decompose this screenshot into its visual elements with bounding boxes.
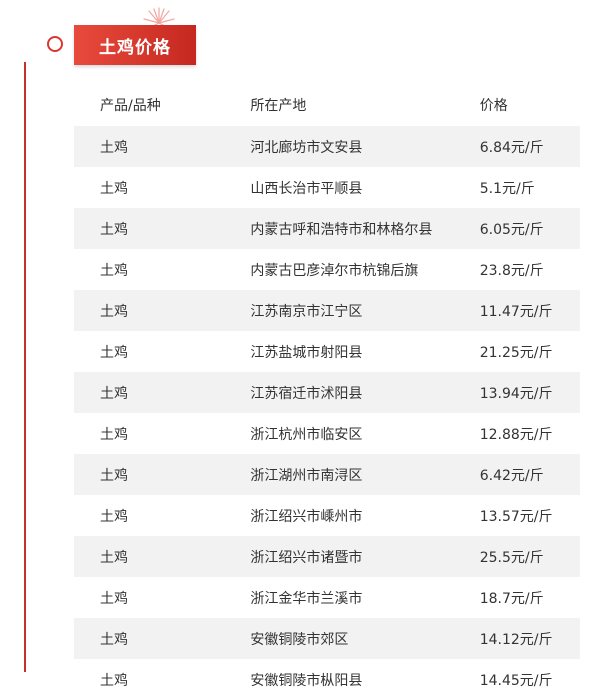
cell-origin: 浙江绍兴市诸暨市 (249, 536, 479, 577)
section-title: 土鸡价格 (74, 25, 196, 65)
cell-product: 土鸡 (74, 577, 250, 618)
cell-origin: 内蒙古呼和浩特市和林格尔县 (249, 208, 479, 249)
cell-price: 25.5元/斤 (478, 536, 580, 577)
table-row: 土鸡 内蒙古巴彦淖尔市杭锦后旗 23.8元/斤 (74, 249, 580, 290)
cell-price: 11.47元/斤 (478, 290, 580, 331)
cell-origin: 浙江绍兴市嵊州市 (249, 495, 479, 536)
cell-price: 5.1元/斤 (478, 167, 580, 208)
cell-origin: 安徽铜陵市枞阳县 (249, 659, 479, 700)
cell-product: 土鸡 (74, 249, 250, 290)
cell-product: 土鸡 (74, 126, 250, 167)
cell-product: 土鸡 (74, 208, 250, 249)
cell-product: 土鸡 (74, 413, 250, 454)
cell-price: 23.8元/斤 (478, 249, 580, 290)
cell-price: 6.42元/斤 (478, 454, 580, 495)
table-row: 土鸡 安徽铜陵市枞阳县 14.45元/斤 (74, 659, 580, 700)
cell-origin: 内蒙古巴彦淖尔市杭锦后旗 (249, 249, 479, 290)
cell-origin: 浙江金华市兰溪市 (249, 577, 479, 618)
cell-product: 土鸡 (74, 290, 250, 331)
cell-price: 13.57元/斤 (478, 495, 580, 536)
table-row: 土鸡 浙江杭州市临安区 12.88元/斤 (74, 413, 580, 454)
cell-product: 土鸡 (74, 454, 250, 495)
cell-price: 14.45元/斤 (478, 659, 580, 700)
cell-origin: 浙江杭州市临安区 (249, 413, 479, 454)
timeline-line (24, 62, 26, 672)
cell-price: 6.84元/斤 (478, 126, 580, 167)
cell-price: 18.7元/斤 (478, 577, 580, 618)
cell-origin: 江苏盐城市射阳县 (249, 331, 479, 372)
cell-origin: 河北廊坊市文安县 (249, 126, 479, 167)
table-row: 土鸡 浙江金华市兰溪市 18.7元/斤 (74, 577, 580, 618)
header-price: 价格 (479, 98, 508, 114)
cell-price: 13.94元/斤 (478, 372, 580, 413)
table-row: 土鸡 浙江绍兴市诸暨市 25.5元/斤 (74, 536, 580, 577)
cell-origin: 江苏南京市江宁区 (249, 290, 479, 331)
cell-product: 土鸡 (74, 331, 250, 372)
header-origin: 所在产地 (250, 98, 307, 114)
cell-price: 12.88元/斤 (478, 413, 580, 454)
table-body: 土鸡 河北廊坊市文安县 6.84元/斤 土鸡 山西长治市平顺县 5.1元/斤 土鸡 内蒙古呼和… (74, 126, 580, 700)
table-row: 土鸡 浙江绍兴市嵊州市 13.57元/斤 (74, 495, 580, 536)
cell-product: 土鸡 (74, 495, 250, 536)
table-header-row: 产品/品种 所在产地 价格 (74, 84, 580, 126)
cell-price: 6.05元/斤 (478, 208, 580, 249)
table-row: 土鸡 河北廊坊市文安县 6.84元/斤 (74, 126, 580, 167)
price-table: 产品/品种 所在产地 价格 土鸡 河北廊坊市文安县 6.84元/斤 土鸡 山西长治市平顺… (74, 84, 580, 700)
table-row: 土鸡 江苏南京市江宁区 11.47元/斤 (74, 290, 580, 331)
cell-origin: 浙江湖州市南浔区 (249, 454, 479, 495)
cell-product: 土鸡 (74, 618, 250, 659)
cell-origin: 山西长治市平顺县 (249, 167, 479, 208)
table-row: 土鸡 江苏盐城市射阳县 21.25元/斤 (74, 331, 580, 372)
table-row: 土鸡 山西长治市平顺县 5.1元/斤 (74, 167, 580, 208)
cell-origin: 安徽铜陵市郊区 (249, 618, 479, 659)
table-row: 土鸡 内蒙古呼和浩特市和林格尔县 6.05元/斤 (74, 208, 580, 249)
table-row: 土鸡 安徽铜陵市郊区 14.12元/斤 (74, 618, 580, 659)
cell-price: 14.12元/斤 (478, 618, 580, 659)
cell-product: 土鸡 (74, 372, 250, 413)
table-row: 土鸡 浙江湖州市南浔区 6.42元/斤 (74, 454, 580, 495)
cell-product: 土鸡 (74, 167, 250, 208)
cell-price: 21.25元/斤 (478, 331, 580, 372)
header-product: 产品/品种 (100, 98, 161, 114)
circle-marker-icon (47, 36, 63, 52)
cell-product: 土鸡 (74, 536, 250, 577)
cell-origin: 江苏宿迁市沭阳县 (249, 372, 479, 413)
cell-product: 土鸡 (74, 659, 250, 700)
table-row: 土鸡 江苏宿迁市沭阳县 13.94元/斤 (74, 372, 580, 413)
